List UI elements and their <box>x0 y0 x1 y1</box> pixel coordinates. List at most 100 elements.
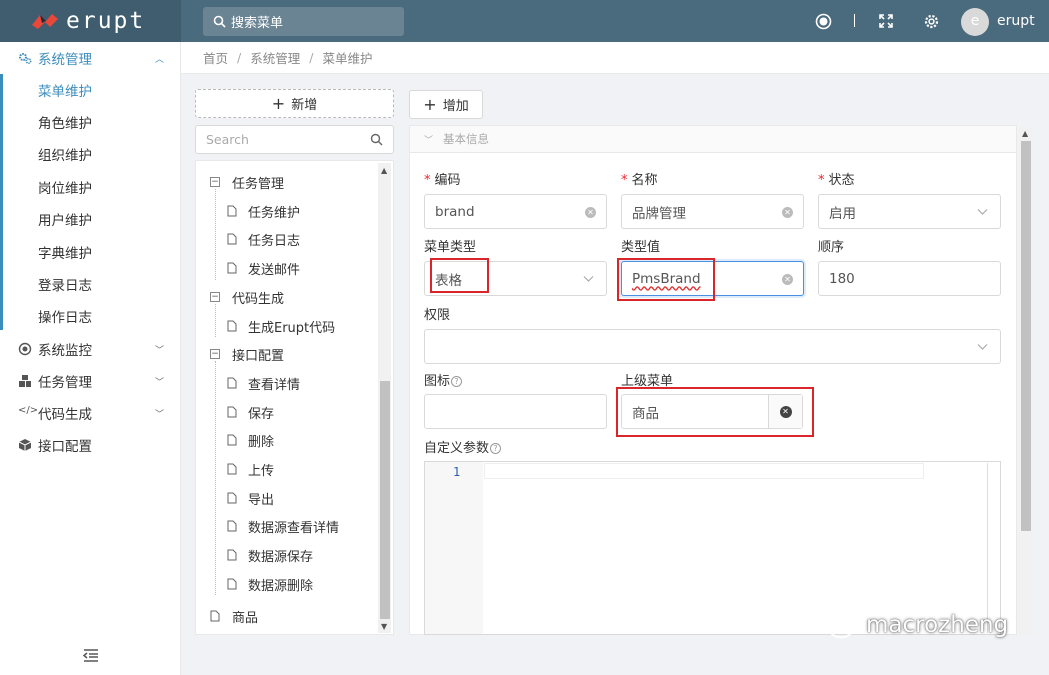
menu-type-label: 菜单类型 <box>424 240 477 255</box>
sidebar-item-label: 角色维护 <box>38 116 92 132</box>
tree-node-parent[interactable]: 接口配置 <box>232 345 284 364</box>
search-placeholder: 搜索菜单 <box>231 16 284 31</box>
highlight-box <box>617 258 715 301</box>
search-icon <box>370 133 383 146</box>
sidebar-item-role[interactable]: 角色维护 <box>0 106 180 138</box>
chevron-down-icon <box>583 276 594 282</box>
editor-current-line[interactable] <box>484 463 924 479</box>
scroll-up-icon[interactable]: ▲ <box>1022 129 1028 138</box>
tree-node-leaf[interactable]: 查看详情 <box>248 374 300 393</box>
file-icon <box>227 205 237 217</box>
tree-node-leaf[interactable]: 删除 <box>248 431 274 450</box>
sidebar-group-codegen[interactable]: </> 代码生成 ﹀ <box>0 397 180 429</box>
file-icon <box>227 262 237 274</box>
status-label: * 状态 <box>818 173 855 188</box>
record-icon[interactable] <box>814 12 832 30</box>
tree-node-parent[interactable]: 任务管理 <box>232 173 284 192</box>
code-editor[interactable]: 1 <box>424 461 1001 635</box>
tree-node-leaf[interactable]: 生成Erupt代码 <box>248 317 335 336</box>
sidebar-group-monitor[interactable]: 系统监控 ﹀ <box>0 333 180 365</box>
tree-search-placeholder: Search <box>206 132 249 147</box>
chevron-down-icon: ﹀ <box>424 135 434 146</box>
avatar[interactable]: e <box>961 8 989 36</box>
tree-guide-line <box>215 189 216 280</box>
tree-scrollbar-thumb[interactable] <box>380 381 390 619</box>
section-header[interactable]: ﹀ 基本信息 <box>410 126 1016 153</box>
highlight-box <box>616 387 814 437</box>
sidebar-item-dict[interactable]: 字典维护 <box>0 236 180 268</box>
user-name[interactable]: erupt <box>997 13 1035 29</box>
tree-node-parent[interactable]: 代码生成 <box>232 288 284 307</box>
help-icon[interactable]: ? <box>451 376 463 387</box>
tree-node-leaf[interactable]: 上传 <box>248 460 274 479</box>
clear-icon[interactable]: ✕ <box>782 207 793 218</box>
add-button[interactable]: + 增加 <box>409 90 483 119</box>
tree-node-leaf[interactable]: 保存 <box>248 403 274 422</box>
sidebar-group-label: 代码生成 <box>38 407 92 423</box>
chevron-down-icon: ﹀ <box>154 377 164 388</box>
help-icon[interactable]: ? <box>490 443 502 454</box>
file-icon <box>227 520 237 532</box>
app-logo[interactable]: erupt <box>0 0 181 42</box>
code-value: brand <box>435 203 475 220</box>
tree-node-leaf[interactable]: 数据源删除 <box>248 575 313 594</box>
sidebar-item-menu[interactable]: 菜单维护 <box>0 74 180 106</box>
breadcrumb: 首页 / 系统管理 / 菜单维护 <box>181 42 1049 74</box>
plus-icon: + <box>423 95 437 114</box>
file-icon <box>227 434 237 446</box>
editor-scrollbar[interactable] <box>987 463 999 633</box>
sidebar-item-login-log[interactable]: 登录日志 <box>0 268 180 300</box>
line-number: 1 <box>453 465 461 479</box>
sidebar-item-label: 字典维护 <box>38 246 92 262</box>
sidebar-group-label: 任务管理 <box>38 375 92 391</box>
gear-icon[interactable] <box>922 12 940 30</box>
permission-select[interactable] <box>424 329 1001 364</box>
tree-collapse-icon[interactable]: − <box>210 291 220 302</box>
tree-search-input[interactable]: Search <box>195 125 394 154</box>
breadcrumb-system[interactable]: 系统管理 <box>250 48 300 67</box>
scroll-up-icon[interactable]: ▲ <box>381 166 387 175</box>
name-input[interactable]: 品牌管理 ✕ <box>621 194 804 229</box>
breadcrumb-home[interactable]: 首页 <box>203 48 228 67</box>
code-input[interactable]: brand ✕ <box>424 194 607 229</box>
sidebar-group-system[interactable]: 系统管理 ︿ <box>0 42 180 74</box>
tree-guide-line <box>215 361 216 596</box>
sidebar-item-post[interactable]: 岗位维护 <box>0 171 180 203</box>
code-icon: </> <box>18 405 39 416</box>
form-scrollbar-thumb[interactable] <box>1021 141 1031 531</box>
tree-collapse-icon[interactable]: − <box>210 177 220 187</box>
tree-node-leaf[interactable]: 数据源保存 <box>248 546 313 565</box>
icon-input[interactable] <box>424 394 607 429</box>
sidebar-group-label: 系统监控 <box>38 343 92 359</box>
sidebar-item-org[interactable]: 组织维护 <box>0 138 180 170</box>
add-new-button[interactable]: + 新增 <box>195 89 394 118</box>
tree-node-leaf[interactable]: 发送邮件 <box>248 259 300 278</box>
menu-search-input[interactable]: 搜索菜单 <box>203 7 404 36</box>
breadcrumb-separator: / <box>237 50 242 65</box>
sidebar-item-op-log[interactable]: 操作日志 <box>0 300 180 332</box>
tree-node-leaf[interactable]: 导出 <box>248 489 274 508</box>
wechat-icon <box>814 612 853 639</box>
file-icon <box>227 233 237 245</box>
clear-icon[interactable]: ✕ <box>782 274 793 285</box>
collapse-sidebar-icon[interactable] <box>83 648 99 662</box>
status-select[interactable]: 启用 <box>818 194 1001 229</box>
file-icon <box>227 463 237 475</box>
sidebar-group-api[interactable]: 接口配置 <box>0 429 180 461</box>
cube-icon <box>18 439 32 451</box>
tree-node-leaf[interactable]: 任务维护 <box>248 202 300 221</box>
order-input[interactable]: 180 <box>818 261 1001 296</box>
file-icon <box>210 610 220 622</box>
order-value: 180 <box>829 270 855 287</box>
tree-node-leaf[interactable]: 任务日志 <box>248 230 300 249</box>
breadcrumb-current: 菜单维护 <box>322 51 373 66</box>
sidebar-group-task[interactable]: 任务管理 ﹀ <box>0 365 180 397</box>
tree-node-leaf[interactable]: 数据源查看详情 <box>248 517 339 536</box>
tree-collapse-icon[interactable]: − <box>210 349 220 360</box>
scroll-down-icon[interactable]: ▼ <box>381 622 387 631</box>
fullscreen-icon[interactable] <box>877 12 895 30</box>
tree-node-parent[interactable]: 商品 <box>232 607 258 626</box>
sidebar-item-user[interactable]: 用户维护 <box>0 203 180 235</box>
code-label: * 编码 <box>424 173 461 188</box>
clear-icon[interactable]: ✕ <box>585 207 596 218</box>
